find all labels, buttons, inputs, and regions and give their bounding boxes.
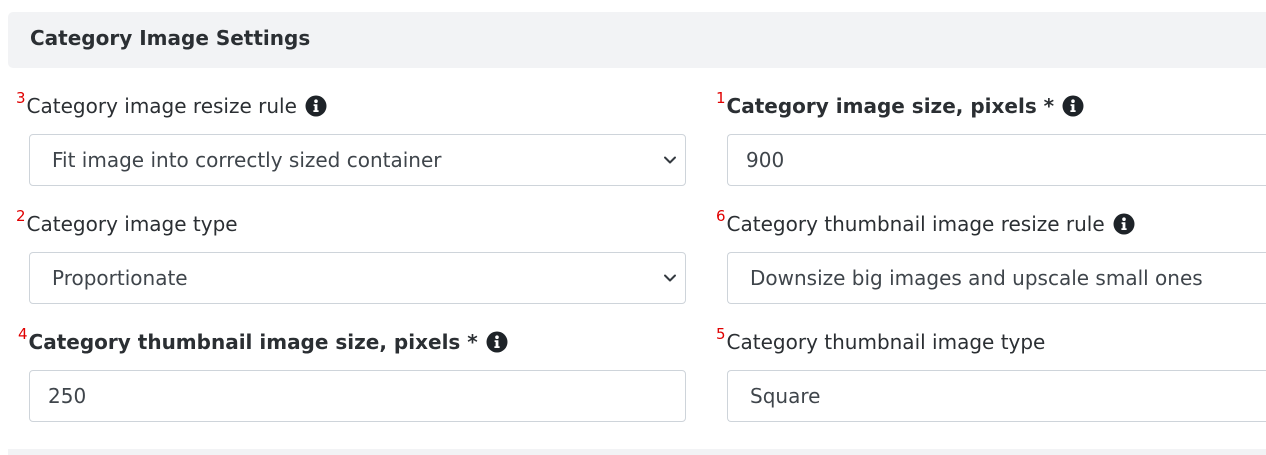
order-number: 1 bbox=[716, 89, 726, 107]
thumbnail-resize-rule-select[interactable]: Downsize big images and upscale small on… bbox=[727, 252, 1266, 304]
order-number: 4 bbox=[18, 325, 28, 343]
section-title: Category Image Settings bbox=[30, 26, 311, 50]
info-icon[interactable] bbox=[1113, 213, 1135, 235]
chevron-down-icon bbox=[664, 156, 676, 164]
image-type-select[interactable]: Proportionate bbox=[29, 252, 686, 304]
image-size-input[interactable]: 900 bbox=[727, 134, 1266, 186]
label-text: Category thumbnail image resize rule bbox=[726, 212, 1105, 236]
order-number: 5 bbox=[716, 325, 726, 343]
thumbnail-type-label: 5 Category thumbnail image type bbox=[716, 325, 1046, 356]
thumbnail-size-label: 4 Category thumbnail image size, pixels … bbox=[18, 325, 508, 356]
label-text: Category thumbnail image size, pixels * bbox=[28, 330, 478, 354]
image-type-label: 2 Category image type bbox=[16, 207, 238, 238]
image-resize-rule-select[interactable]: Fit image into correctly sized container bbox=[29, 134, 686, 186]
info-icon[interactable] bbox=[486, 331, 508, 353]
order-number: 2 bbox=[16, 207, 26, 225]
chevron-down-icon bbox=[664, 274, 676, 282]
select-value: Square bbox=[750, 384, 821, 408]
input-value: 250 bbox=[48, 384, 87, 408]
label-text: Category image size, pixels * bbox=[726, 94, 1055, 118]
thumbnail-type-select[interactable]: Square bbox=[727, 370, 1266, 422]
label-text: Category image type bbox=[26, 212, 238, 236]
next-section-edge bbox=[8, 449, 1266, 455]
order-number: 3 bbox=[16, 89, 26, 107]
select-value: Fit image into correctly sized container bbox=[52, 148, 442, 172]
info-icon[interactable] bbox=[305, 95, 327, 117]
thumbnail-size-input[interactable]: 250 bbox=[29, 370, 686, 422]
select-value: Downsize big images and upscale small on… bbox=[750, 266, 1203, 290]
image-resize-rule-label: 3 Category image resize rule bbox=[16, 89, 327, 120]
thumbnail-resize-rule-label: 6 Category thumbnail image resize rule bbox=[716, 207, 1135, 238]
order-number: 6 bbox=[716, 207, 726, 225]
input-value: 900 bbox=[746, 148, 785, 172]
image-size-label: 1 Category image size, pixels * bbox=[716, 89, 1084, 120]
select-value: Proportionate bbox=[52, 266, 188, 290]
label-text: Category thumbnail image type bbox=[726, 330, 1046, 354]
section-header: Category Image Settings bbox=[8, 12, 1266, 68]
label-text: Category image resize rule bbox=[26, 94, 297, 118]
info-icon[interactable] bbox=[1062, 95, 1084, 117]
